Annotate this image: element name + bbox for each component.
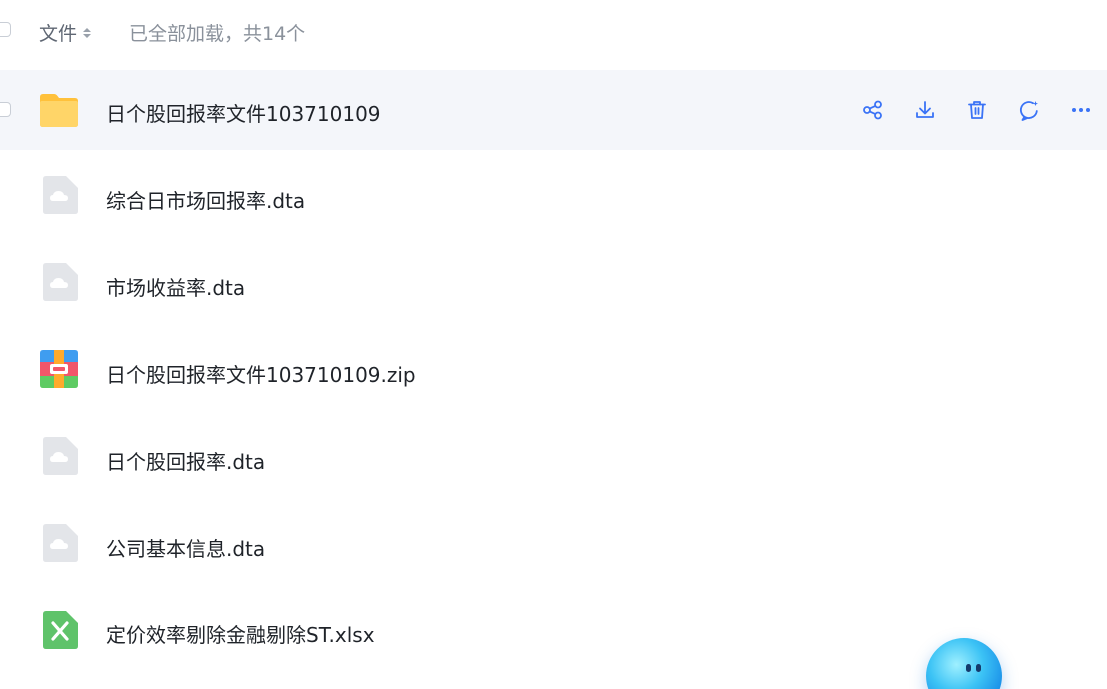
trash-icon: [968, 101, 986, 119]
file-list-page: 文件 已全部加载，共14个 日个股回报率文件103710109 综合日市场回报率…: [0, 0, 1107, 689]
folder-icon: [40, 94, 78, 127]
file-name[interactable]: 日个股回报率.dta: [106, 446, 265, 475]
cloud-file-icon: [43, 263, 78, 301]
assistant-eye-icon: [976, 664, 981, 672]
share-button[interactable]: [847, 90, 899, 130]
file-name[interactable]: 综合日市场回报率.dta: [106, 185, 305, 214]
download-button[interactable]: [899, 90, 951, 130]
ai-chat-icon: [1020, 101, 1038, 121]
more-icon: [1072, 108, 1090, 112]
file-row[interactable]: 日个股回报率文件103710109.zip: [0, 331, 1107, 411]
file-list-header: 文件 已全部加载，共14个: [0, 0, 1107, 62]
file-row[interactable]: 公司基本信息.dta: [0, 505, 1107, 585]
cloud-file-icon: [43, 524, 78, 562]
file-row[interactable]: 市场收益率.dta: [0, 244, 1107, 324]
sort-icon: [83, 27, 92, 38]
select-all-checkbox[interactable]: [0, 22, 11, 37]
row-actions: [847, 70, 1107, 150]
download-icon: [916, 101, 934, 118]
sort-by-file-button[interactable]: 文件: [39, 19, 92, 46]
file-name[interactable]: 定价效率剔除金融剔除ST.xlsx: [106, 619, 375, 648]
file-name[interactable]: 日个股回报率文件103710109.zip: [106, 359, 416, 388]
column-label: 文件: [39, 23, 78, 45]
file-row[interactable]: 日个股回报率文件103710109: [0, 70, 1107, 150]
ai-chat-button[interactable]: [1003, 90, 1055, 130]
delete-button[interactable]: [951, 90, 1003, 130]
more-button[interactable]: [1055, 90, 1107, 130]
excel-icon: [43, 611, 78, 649]
assistant-eye-icon: [966, 664, 971, 672]
file-name[interactable]: 日个股回报率文件103710109: [106, 98, 381, 127]
file-name[interactable]: 公司基本信息.dta: [106, 533, 265, 562]
share-icon: [863, 100, 882, 120]
file-row[interactable]: 综合日市场回报率.dta: [0, 157, 1107, 237]
file-name[interactable]: 市场收益率.dta: [106, 272, 245, 301]
load-status-text: 已全部加载，共14个: [129, 23, 306, 45]
zip-icon: [40, 350, 78, 388]
cloud-file-icon: [43, 437, 78, 475]
file-row[interactable]: 日个股回报率.dta: [0, 418, 1107, 498]
row-checkbox[interactable]: [0, 102, 11, 117]
cloud-file-icon: [43, 176, 78, 214]
